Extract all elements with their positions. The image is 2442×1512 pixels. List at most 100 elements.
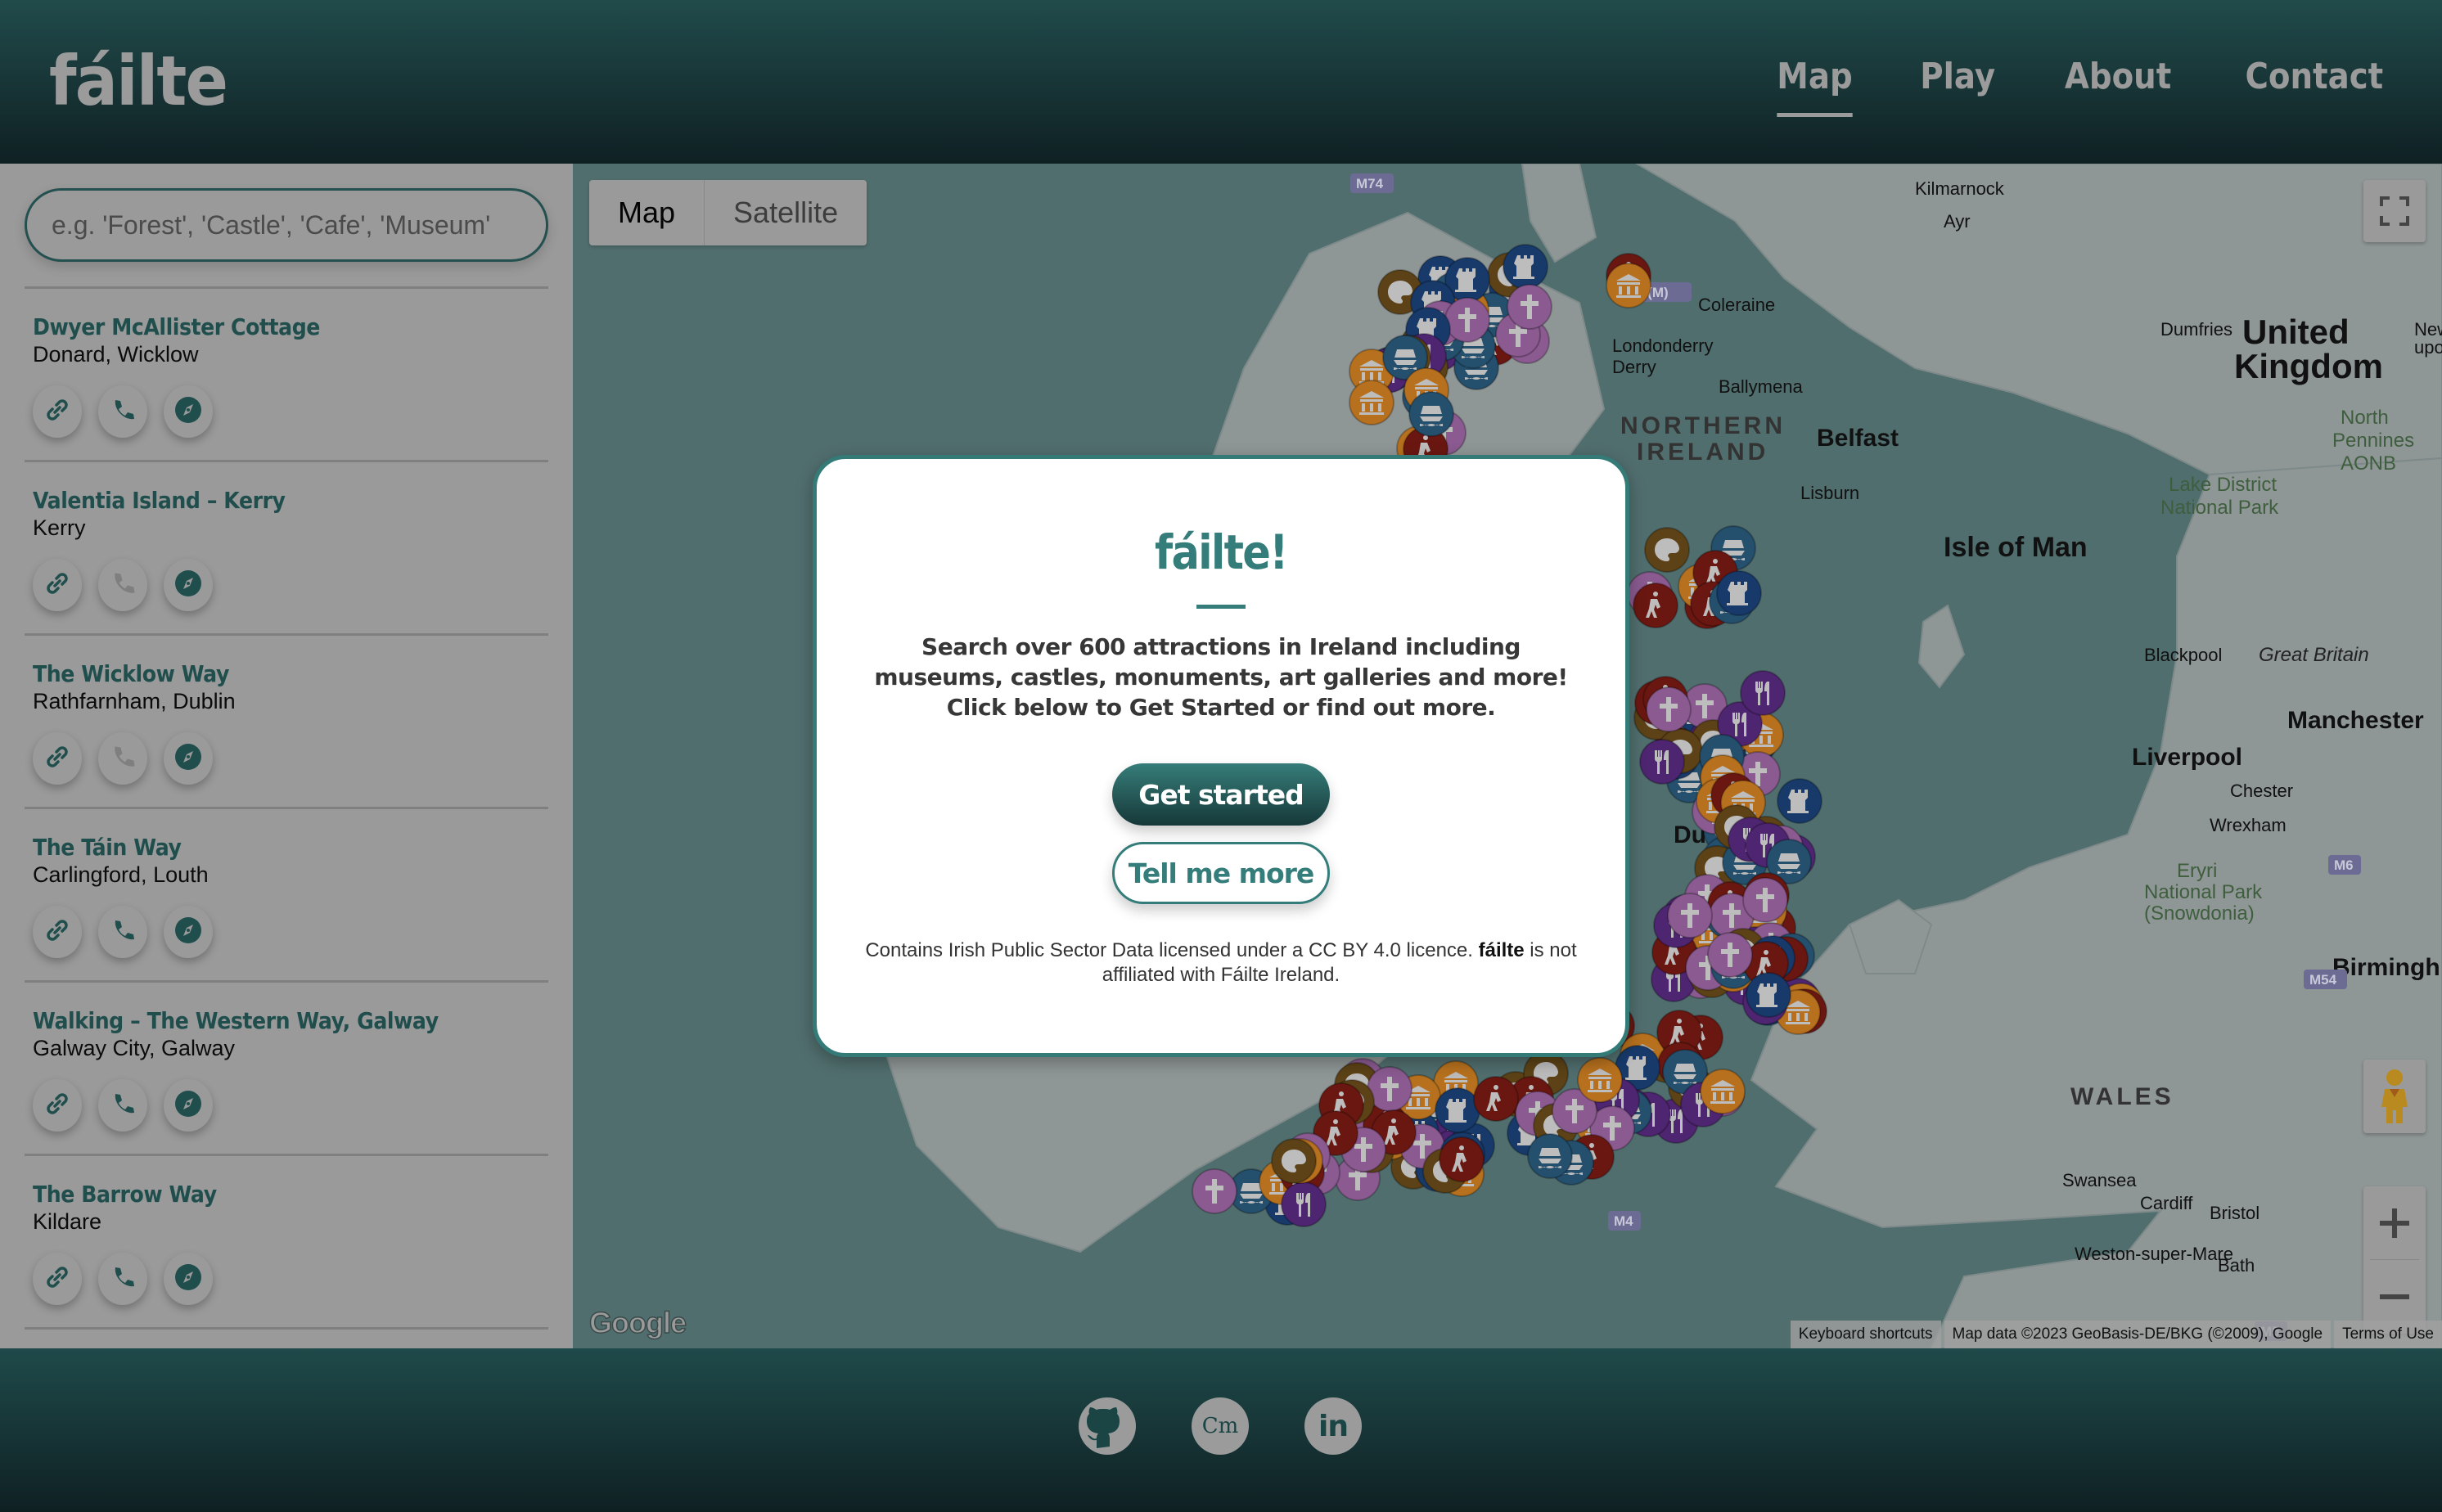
marker-gallery[interactable]: [1644, 527, 1690, 573]
attraction-list: Dwyer McAllister Cottage Donard, Wicklow…: [25, 286, 548, 1330]
marker-museum[interactable]: [1700, 1069, 1746, 1114]
marker-museum[interactable]: [1606, 263, 1651, 308]
directions-button[interactable]: [164, 1253, 213, 1305]
marker-church[interactable]: [1192, 1168, 1237, 1214]
marker-ferry[interactable]: [1527, 1133, 1573, 1179]
github-link[interactable]: [1079, 1397, 1136, 1455]
marker-walking[interactable]: [1439, 1136, 1485, 1182]
map-label: Swansea: [2062, 1170, 2137, 1190]
phone-button[interactable]: [98, 906, 147, 958]
nav-play[interactable]: Play: [1920, 56, 1995, 97]
phone-icon: [110, 1091, 135, 1120]
terms-of-use-link[interactable]: Terms of Use: [2334, 1321, 2442, 1348]
marker-castle[interactable]: [1435, 1087, 1480, 1133]
site-logo[interactable]: fáilte: [49, 41, 228, 121]
road-shield-label: M4: [1614, 1213, 1633, 1229]
directions-button[interactable]: [164, 906, 213, 958]
nav-about[interactable]: About: [2065, 56, 2171, 97]
website-button[interactable]: [33, 1253, 82, 1305]
website-button[interactable]: [33, 559, 82, 611]
phone-button[interactable]: [98, 1253, 147, 1305]
marker-church[interactable]: [1646, 686, 1692, 732]
marker-food[interactable]: [1281, 1181, 1327, 1227]
website-button[interactable]: [33, 732, 82, 785]
map-label: Bristol: [2210, 1203, 2260, 1223]
compass-icon: [174, 396, 202, 428]
portfolio-link[interactable]: Cm: [1192, 1397, 1249, 1455]
marker-gallery[interactable]: [1271, 1138, 1317, 1184]
fullscreen-icon: [2380, 196, 2409, 226]
directions-button[interactable]: [164, 1079, 213, 1132]
marker-food[interactable]: [1740, 670, 1786, 716]
list-item[interactable]: The Wicklow Way Rathfarnham, Dublin: [25, 633, 548, 807]
marker-church[interactable]: [1742, 877, 1788, 923]
map-label: Kingdom: [2234, 347, 2383, 385]
map-label: Isle of Man: [1944, 532, 2088, 563]
compass-icon: [174, 743, 202, 775]
marker-museum[interactable]: [1349, 380, 1394, 425]
marker-castle[interactable]: [1503, 244, 1548, 290]
pegman-icon: [2381, 1069, 2408, 1123]
minus-icon: [2380, 1294, 2409, 1299]
modal-title: fáilte!: [1155, 524, 1288, 580]
directions-button[interactable]: [164, 732, 213, 785]
marker-food[interactable]: [1639, 739, 1685, 785]
website-button[interactable]: [33, 385, 82, 438]
marker-church[interactable]: [1444, 297, 1490, 343]
list-item[interactable]: The Táin Way Carlingford, Louth: [25, 807, 548, 980]
road-shield-label: M54: [2309, 972, 2337, 988]
modal-footnote: Contains Irish Public Sector Data licens…: [845, 938, 1597, 988]
marker-castle[interactable]: [1777, 778, 1822, 824]
compass-icon: [174, 569, 202, 601]
welcome-modal: fáilte! Search over 600 attractions in I…: [813, 455, 1629, 1057]
marker-church[interactable]: [1667, 893, 1713, 938]
map-label: Belfast: [1817, 425, 1899, 452]
link-icon: [43, 1090, 71, 1122]
item-actions: [33, 1253, 540, 1305]
phone-button[interactable]: [98, 385, 147, 438]
street-view-pegman[interactable]: [2363, 1060, 2426, 1133]
item-name[interactable]: The Táin Way: [33, 834, 489, 861]
fullscreen-button[interactable]: [2363, 180, 2426, 242]
marker-church[interactable]: [1707, 932, 1753, 978]
map-label: IRELAND: [1637, 439, 1768, 466]
tell-me-more-button[interactable]: Tell me more: [1112, 842, 1330, 904]
zoom-in-button[interactable]: [2370, 1186, 2419, 1260]
map-label: National Park: [2160, 497, 2279, 519]
website-button[interactable]: [33, 906, 82, 958]
marker-walking[interactable]: [1473, 1076, 1519, 1122]
map-type-satellite[interactable]: Satellite: [705, 180, 867, 245]
marker-ferry[interactable]: [1408, 391, 1454, 437]
search-input[interactable]: [25, 188, 548, 262]
marker-museum[interactable]: [1577, 1057, 1623, 1103]
compass-icon: [174, 1090, 202, 1122]
keyboard-shortcuts-link[interactable]: Keyboard shortcuts: [1790, 1321, 1941, 1348]
nav-map[interactable]: Map: [1777, 56, 1853, 117]
marker-church[interactable]: [1507, 284, 1552, 330]
map-label: United: [2242, 313, 2350, 351]
get-started-button[interactable]: Get started: [1112, 763, 1330, 826]
list-item[interactable]: Walking – The Western Way, Galway Galway…: [25, 980, 548, 1154]
map-type-map[interactable]: Map: [589, 180, 705, 245]
nav-contact[interactable]: Contact: [2246, 56, 2384, 97]
marker-castle[interactable]: [1746, 972, 1791, 1018]
directions-button[interactable]: [164, 385, 213, 438]
directions-button[interactable]: [164, 559, 213, 611]
item-name[interactable]: The Barrow Way: [33, 1181, 489, 1208]
item-name[interactable]: Walking – The Western Way, Galway: [33, 1007, 489, 1034]
phone-icon: [110, 571, 135, 600]
item-name[interactable]: Valentia Island – Kerry: [33, 487, 489, 514]
list-item[interactable]: The Barrow Way Kildare: [25, 1154, 548, 1327]
phone-button[interactable]: [98, 1079, 147, 1132]
marker-walking[interactable]: [1633, 583, 1678, 628]
item-actions: [33, 732, 540, 785]
item-name[interactable]: Dwyer McAllister Cottage: [33, 313, 489, 340]
github-icon: [1087, 1407, 1120, 1448]
item-name[interactable]: The Wicklow Way: [33, 660, 489, 687]
list-item[interactable]: Valentia Island – Kerry Kerry: [25, 460, 548, 633]
website-button[interactable]: [33, 1079, 82, 1132]
linkedin-link[interactable]: in: [1304, 1397, 1362, 1455]
list-item[interactable]: Dwyer McAllister Cottage Donard, Wicklow: [25, 286, 548, 460]
map-label: (Snowdonia): [2144, 902, 2255, 925]
marker-castle[interactable]: [1716, 570, 1762, 616]
